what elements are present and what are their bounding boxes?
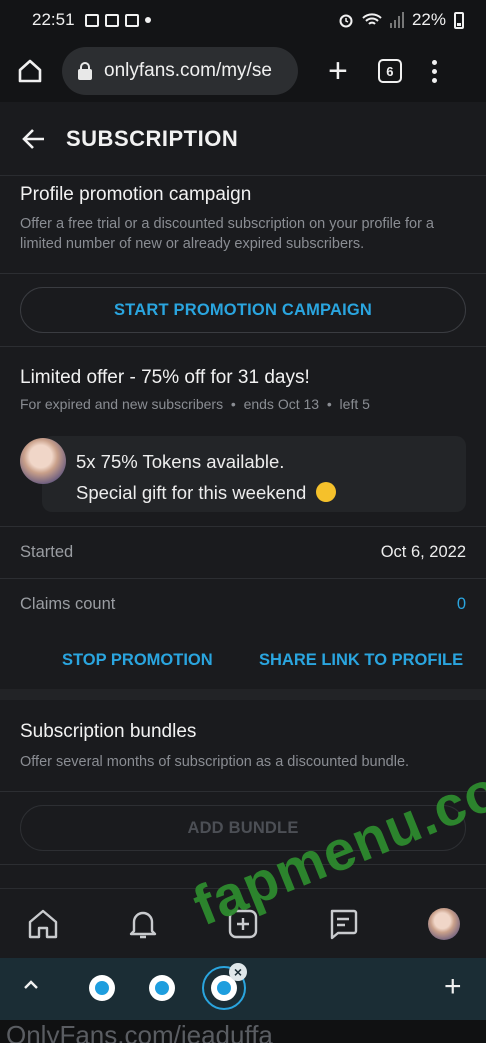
offer-title: Limited offer - 75% off for 31 days!: [20, 367, 310, 388]
browser-toolbar: onlyfans.com/my/se + 6: [0, 40, 486, 102]
notification-icons: [84, 13, 151, 27]
started-value: Oct 6, 2022: [380, 543, 466, 561]
offer-left-count: left 5: [339, 396, 370, 412]
home-icon[interactable]: [16, 57, 44, 85]
offer-meta: For expired and new subscribers • ends O…: [20, 396, 370, 412]
claims-label: Claims count: [20, 595, 116, 613]
share-link-button[interactable]: SHARE LINK TO PROFILE: [259, 651, 463, 670]
message-bubble: 5x 75% Tokens available. Special gift fo…: [42, 436, 466, 512]
signal-icon: [389, 12, 404, 28]
started-label: Started: [20, 543, 74, 561]
back-arrow-icon[interactable]: [22, 128, 46, 150]
tab-switcher-button[interactable]: 6: [377, 59, 402, 83]
tab-favicon-icon[interactable]: [149, 975, 175, 1001]
close-tab-icon[interactable]: ×: [229, 963, 247, 981]
chat-icon[interactable]: [326, 907, 360, 941]
gallery-icon: [84, 13, 99, 27]
meta-separator: •: [227, 396, 244, 412]
promotion-description: Offer a free trial or a discounted subsc…: [20, 216, 435, 252]
url-bar[interactable]: onlyfans.com/my/se: [62, 47, 298, 95]
main-content: Profile promotion campaign Offer a free …: [0, 176, 486, 888]
claims-value[interactable]: 0: [457, 595, 466, 614]
more-notifications-icon: [144, 17, 151, 23]
alarm-icon: [339, 14, 353, 28]
message-text: Special gift for this weekend: [76, 482, 307, 503]
bundles-description: Offer several months of subscription as …: [20, 754, 410, 770]
start-promotion-button[interactable]: START PROMOTION CAMPAIGN: [20, 287, 466, 333]
profile-avatar[interactable]: [428, 908, 460, 940]
section-divider: [0, 689, 486, 700]
divider: [0, 526, 486, 527]
avatar: [20, 438, 66, 484]
partial-url-strip: OnlyFans.com/jeaduffa: [0, 1020, 486, 1043]
wink-emoji-icon: [315, 482, 336, 502]
status-time: 22:51: [32, 10, 75, 29]
meta-separator: •: [322, 396, 340, 412]
stop-promotion-button[interactable]: STOP PROMOTION: [62, 651, 213, 670]
message-line: 5x 75% Tokens available.: [76, 451, 285, 472]
offer-end-date: ends Oct 13: [243, 396, 320, 412]
promotion-title: Profile promotion campaign: [20, 184, 252, 205]
message-line-2: Special gift for this weekend: [76, 477, 466, 508]
divider: [0, 273, 486, 274]
bundles-title: Subscription bundles: [20, 721, 197, 742]
battery-icon: [454, 11, 464, 29]
offer-audience: For expired and new subscribers: [20, 396, 224, 412]
offer-message: 5x 75% Tokens available. Special gift fo…: [20, 436, 466, 512]
wifi-icon: [362, 13, 382, 25]
partial-url-text: OnlyFans.com/jeaduffa: [6, 1020, 273, 1043]
bell-icon[interactable]: [126, 907, 160, 941]
chevron-up-icon[interactable]: [22, 976, 40, 994]
page-title: SUBSCRIPTION: [66, 125, 239, 151]
app-header: SUBSCRIPTION: [0, 102, 486, 176]
tab-favicon-icon[interactable]: [89, 975, 115, 1001]
url-text: onlyfans.com/my/se: [104, 60, 272, 81]
battery-percent: 22%: [411, 10, 446, 29]
divider: [0, 578, 486, 579]
screenshot-icon: [124, 13, 139, 27]
browser-menu-icon[interactable]: [431, 59, 437, 83]
status-bar: 22:51 22%: [0, 0, 486, 40]
divider: [0, 346, 486, 347]
new-tab-button[interactable]: +: [328, 54, 348, 88]
add-tab-button[interactable]: +: [444, 970, 462, 1004]
lock-icon: [78, 61, 92, 80]
media-icon: [104, 13, 119, 27]
home-icon[interactable]: [26, 907, 60, 941]
